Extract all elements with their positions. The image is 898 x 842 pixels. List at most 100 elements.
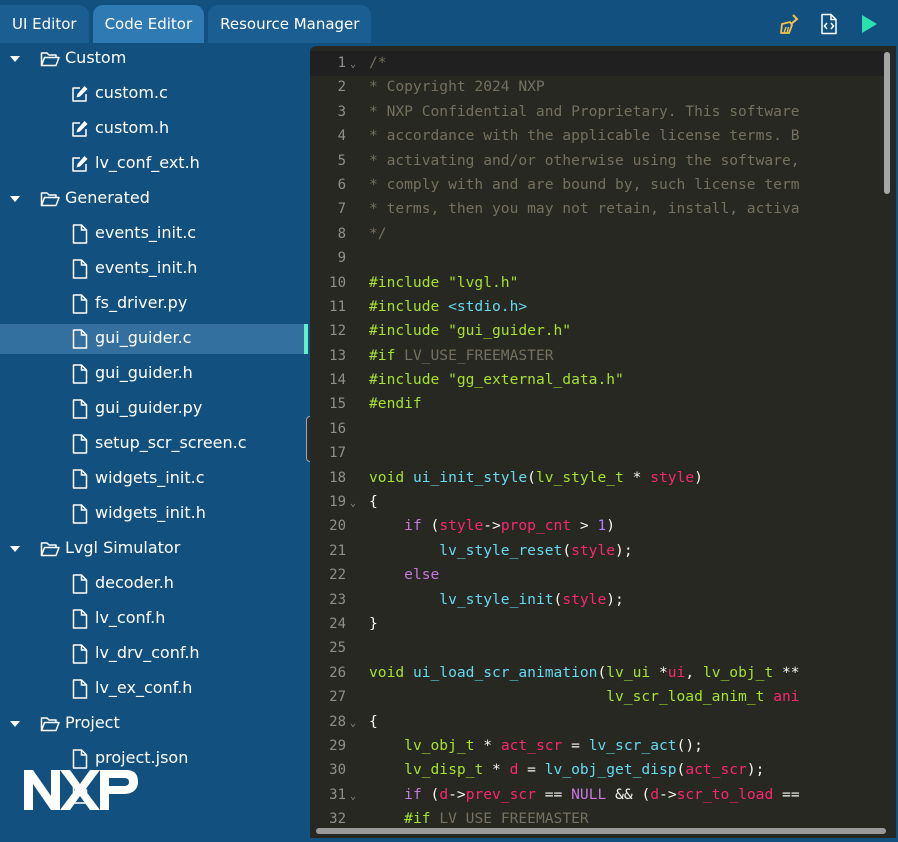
- tree-item-label: Project: [65, 713, 120, 732]
- code-token: );: [746, 761, 765, 779]
- file-icon: [72, 329, 88, 349]
- code-token: NULL: [571, 785, 607, 803]
- code-token: (: [430, 517, 440, 535]
- fold-chevron-icon[interactable]: ⌄: [350, 53, 356, 77]
- tree-folder[interactable]: Custom: [0, 46, 308, 74]
- tab-resource-manager[interactable]: Resource Manager: [208, 5, 372, 43]
- tree-file[interactable]: setup_scr_screen.c: [0, 429, 308, 459]
- tree-file[interactable]: custom.c: [0, 79, 308, 109]
- tree-item-label: lv_conf.h: [95, 608, 166, 627]
- code-token: ui_init_style: [412, 468, 528, 486]
- chevron-down-icon[interactable]: [9, 718, 21, 730]
- tree-file[interactable]: gui_guider.c: [0, 324, 308, 354]
- tree-folder[interactable]: Generated: [0, 184, 308, 214]
- vertical-scrollbar[interactable]: [884, 52, 890, 194]
- code-token: */: [369, 224, 387, 242]
- export-code-button[interactable]: [809, 5, 849, 43]
- chevron-down-icon[interactable]: [9, 193, 21, 205]
- tab-ui-editor[interactable]: UI Editor: [0, 5, 89, 43]
- line-number: 20: [329, 518, 346, 535]
- play-icon: [862, 15, 877, 33]
- tree-file[interactable]: fs_driver.py: [0, 289, 308, 319]
- code-token: **: [773, 663, 800, 681]
- horizontal-scrollbar[interactable]: [316, 828, 886, 834]
- code-line: void ui_load_scr_animation(lv_ui *ui, lv…: [369, 661, 881, 685]
- tree-file[interactable]: gui_guider.h: [0, 359, 308, 389]
- line-number: 13: [329, 347, 346, 364]
- edit-icon: [72, 121, 88, 137]
- code-token: *: [623, 468, 651, 486]
- code-token: /*: [369, 54, 387, 71]
- tree-item-label: gui_guider.c: [95, 328, 192, 347]
- chevron-down-icon[interactable]: [9, 53, 21, 65]
- code-line: #endif: [369, 392, 881, 416]
- project-tree: Custom custom.c custom.h lv_conf_ext.h Gener…: [0, 46, 308, 842]
- code-line: lv_obj_t * act_scr = lv_scr_act();: [369, 734, 881, 758]
- code-line: * activating and/or otherwise using the …: [369, 149, 881, 173]
- code-token: prop_cnt: [500, 517, 572, 535]
- tab-code-editor[interactable]: Code Editor: [92, 5, 205, 43]
- line-number: 11: [329, 298, 346, 315]
- code-content[interactable]: /* * Copyright 2024 NXP * NXP Confidential…: [369, 51, 881, 832]
- code-token: "lvgl.h": [448, 273, 519, 291]
- file-icon: [72, 574, 88, 594]
- tree-file[interactable]: widgets_init.h: [0, 499, 308, 529]
- code-token: "gui_guider.h": [448, 322, 572, 340]
- tree-file[interactable]: decoder.h: [0, 569, 308, 599]
- tree-file[interactable]: lv_ex_conf.h: [0, 674, 308, 704]
- tree-folder[interactable]: Project: [0, 709, 308, 739]
- line-number: 27: [329, 689, 346, 706]
- tree-item-label: setup_scr_screen.c: [95, 433, 247, 452]
- folder-open-icon: [40, 52, 60, 67]
- fold-chevron-icon[interactable]: ⌄: [350, 712, 356, 736]
- tree-file[interactable]: widgets_init.c: [0, 464, 308, 494]
- clean-button[interactable]: [769, 5, 809, 43]
- fold-chevron-icon[interactable]: ⌄: [350, 785, 356, 809]
- file-icon: [72, 679, 88, 699]
- edit-icon: [72, 86, 88, 102]
- run-button[interactable]: [849, 5, 889, 43]
- tree-file[interactable]: lv_conf.h: [0, 604, 308, 634]
- tree-item-label: widgets_init.c: [95, 468, 205, 487]
- fold-chevron-icon[interactable]: ⌄: [350, 492, 356, 516]
- line-number: 2: [337, 79, 346, 96]
- tree-file[interactable]: lv_conf_ext.h: [0, 149, 308, 179]
- edit-icon: [72, 156, 88, 172]
- code-token: style: [571, 541, 616, 559]
- line-number: 25: [329, 640, 346, 657]
- tree-file[interactable]: events_init.h: [0, 254, 308, 284]
- line-number: 10: [329, 274, 346, 291]
- tree-folder[interactable]: Lvgl Simulator: [0, 534, 308, 564]
- code-token: d: [439, 785, 449, 803]
- code-token: );: [606, 590, 624, 608]
- code-line: lv_scr_load_anim_t ani: [369, 685, 881, 709]
- code-token: else: [404, 566, 440, 584]
- code-token: #if: [404, 810, 440, 828]
- file-icon: [72, 364, 88, 384]
- line-number: 30: [329, 762, 346, 779]
- chevron-down-icon[interactable]: [9, 543, 21, 555]
- code-token: (: [562, 541, 572, 559]
- file-icon: [72, 294, 88, 314]
- line-number: 1 ⌄: [310, 51, 358, 75]
- code-line: #include "gui_guider.h": [369, 319, 881, 343]
- code-token: ): [694, 468, 703, 486]
- code-token: }: [369, 614, 378, 632]
- code-token: d: [650, 785, 660, 803]
- code-editor[interactable]: 1 ⌄ 2 3 4 5 6 7 8 9 10 11 12 13 14 15 16 17 18 19 ⌄ 20 21 22 23 2…: [310, 46, 896, 838]
- code-token: act_scr: [685, 761, 747, 779]
- code-token: lv_ui: [606, 663, 651, 681]
- tree-file[interactable]: lv_drv_conf.h: [0, 639, 308, 669]
- code-token: if: [404, 785, 431, 803]
- tree-file[interactable]: custom.h: [0, 114, 308, 144]
- code-token: ): [606, 517, 616, 535]
- tree-file[interactable]: gui_guider.py: [0, 394, 308, 424]
- line-number: 8: [337, 225, 346, 242]
- code-token: lv_style_t: [535, 468, 624, 486]
- code-token: {: [369, 712, 378, 730]
- code-file-icon: [821, 13, 837, 35]
- code-token: "gg_external_data.h": [448, 371, 624, 389]
- tree-file[interactable]: events_init.c: [0, 219, 308, 249]
